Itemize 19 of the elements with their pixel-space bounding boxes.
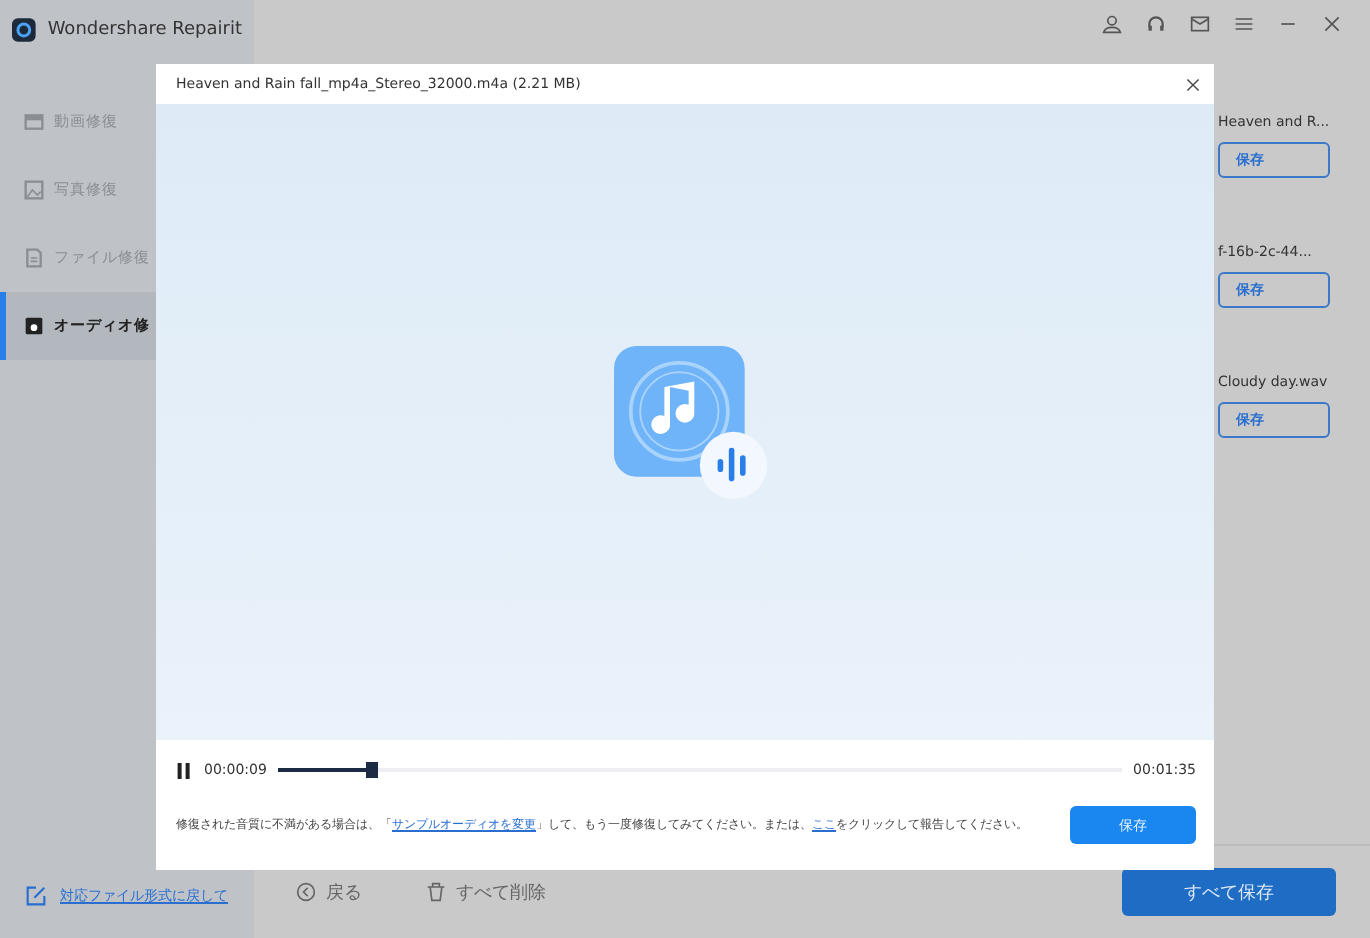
close-icon[interactable] [1186,77,1200,91]
back-icon [296,882,316,902]
video-icon [24,112,44,132]
back-button[interactable]: 戻る [284,877,374,907]
image-icon [24,180,44,200]
headset-icon[interactable] [1146,14,1166,34]
save-all-button[interactable]: すべて保存 [1122,868,1336,916]
audio-file-icon [24,316,44,336]
app-logo-icon [12,16,36,44]
pause-icon[interactable] [176,761,192,779]
user-icon[interactable] [1102,14,1122,34]
app-title: Wondershare Repairit [47,20,242,40]
document-icon [24,248,44,268]
trash-icon [426,882,446,902]
edit-icon [26,886,46,906]
close-icon[interactable] [1322,14,1342,34]
menu-icon[interactable] [1234,14,1254,34]
mail-icon[interactable] [1190,14,1210,34]
delete-all-button[interactable]: すべて削除 [414,877,558,907]
